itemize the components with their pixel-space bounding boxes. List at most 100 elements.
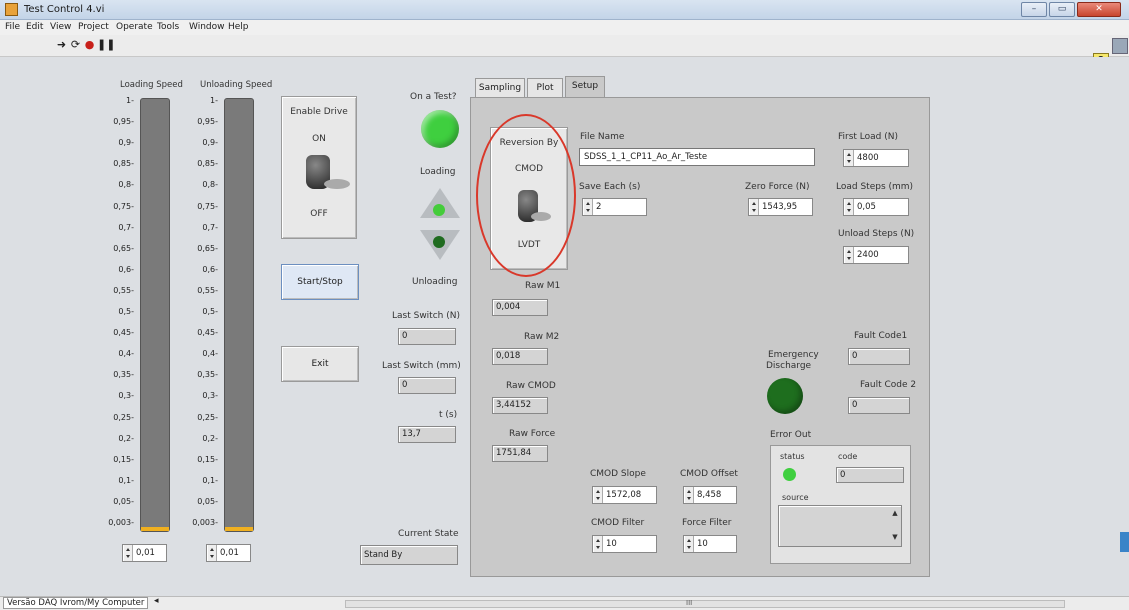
fault-code2-label: Fault Code 2 [860,380,917,390]
meter-tick-label: 0,9- [202,138,218,148]
context-arrow-icon[interactable]: ◂ [154,596,159,606]
close-button[interactable]: ✕ [1077,2,1121,17]
fault-code1-value: 0 [848,348,910,365]
last-switch-n-value: 0 [398,328,456,345]
last-switch-mm-label: Last Switch (mm) [382,361,461,371]
loading-led [433,204,445,216]
unloading-speed-fill [225,526,253,531]
run-arrow-icon[interactable]: ➜ [55,38,68,51]
tab-plot[interactable]: Plot [527,78,563,98]
first-load-input[interactable]: 4800 [843,149,909,167]
menu-operate[interactable]: Operate [116,22,153,32]
minimize-button[interactable]: – [1021,2,1047,17]
cmod-offset-input[interactable]: 8,458 [683,486,737,504]
meter-tick-label: 0,4- [118,349,134,359]
start-stop-button[interactable]: Start/Stop [281,264,359,300]
meter-tick-label: 0,003- [192,518,218,527]
load-steps-input[interactable]: 0,05 [843,198,909,216]
meter-tick-label: 0,1- [202,475,218,485]
unloading-speed-slider[interactable] [224,98,254,532]
meter-tick-label: 0,3- [202,391,218,401]
meter-tick-label: 0,55- [113,285,134,295]
zero-force-label: Zero Force (N) [745,182,810,192]
cmod-offset-label: CMOD Offset [680,469,738,479]
cmod-slope-label: CMOD Slope [590,469,646,479]
error-status-led [783,468,796,481]
menu-window[interactable]: Window [189,22,225,32]
labview-app-icon [5,3,18,16]
meter-tick-label: 0,75- [113,201,134,211]
fault-code1-label: Fault Code1 [854,331,908,341]
file-name-input[interactable]: SDSS_1_1_CP11_Ao_Ar_Teste [579,148,815,166]
unload-steps-label: Unload Steps (N) [838,229,915,239]
enable-drive-label: Enable Drive [290,107,348,117]
error-status-label: status [780,452,805,461]
meter-tick-label: 0,25- [113,412,134,422]
meter-tick-label: 0,8- [118,180,134,190]
force-filter-input[interactable]: 10 [683,535,737,553]
run-continuous-icon[interactable]: ⟳ [69,38,82,51]
menu-file[interactable]: File [5,22,20,32]
tab-setup[interactable]: Setup [565,76,605,98]
enable-drive-off-label: OFF [310,209,328,219]
menu-edit[interactable]: Edit [26,22,43,32]
toggle-shadow [324,179,350,189]
menu-view[interactable]: View [50,22,71,32]
time-value: 13,7 [398,426,456,443]
enable-drive-switch[interactable]: Enable Drive ON OFF [281,96,357,239]
meter-tick-label: 0,85- [197,159,218,169]
meter-tick-label: 0,4- [202,349,218,359]
meter-tick-label: 0,2- [202,433,218,443]
meter-tick-label: 0,45- [113,328,134,338]
maximize-button[interactable]: ▭ [1049,2,1075,17]
zero-force-input[interactable]: 1543,95 [748,198,813,216]
loading-speed-slider[interactable] [140,98,170,532]
pause-icon[interactable]: ❚❚ [97,38,115,51]
emergency-discharge-button[interactable] [767,378,803,414]
loading-speed-input[interactable]: 0,01 [122,544,167,562]
save-each-label: Save Each (s) [579,182,641,192]
cmod-filter-input[interactable]: 10 [592,535,657,553]
unloading-speed-input[interactable]: 0,01 [206,544,251,562]
cmod-slope-input[interactable]: 1572,08 [592,486,657,504]
raw-cmod-label: Raw CMOD [506,381,556,391]
unloading-indicator-label: Unloading [412,277,458,287]
exit-button[interactable]: Exit [281,346,359,382]
loading-speed-label: Loading Speed [120,80,183,90]
meter-tick-label: 0,003- [108,518,134,527]
error-source-label: source [782,493,809,502]
abort-icon[interactable]: ● [83,38,96,51]
loading-indicator-label: Loading [420,167,456,177]
error-code-value: 0 [836,467,904,483]
time-label: t (s) [439,410,458,420]
window-title: Test Control 4.vi [24,4,105,15]
current-state-value: Stand By [360,545,458,565]
menu-help[interactable]: Help [228,22,249,32]
unloading-speed-label: Unloading Speed [200,80,273,90]
tab-sampling[interactable]: Sampling [475,78,525,98]
emergency-label-2: Discharge [766,361,812,371]
meter-tick-label: 0,05- [197,496,218,506]
meter-tick-label: 0,95- [197,117,218,127]
meter-tick-label: 0,5- [118,307,134,316]
meter-tick-label: 0,55- [197,285,218,295]
menu-tools[interactable]: Tools [157,22,179,32]
horizontal-scrollbar[interactable]: III [345,599,1065,608]
error-source-value [778,505,902,547]
cmod-filter-label: CMOD Filter [591,518,645,528]
save-each-input[interactable]: 2 [582,198,647,216]
raw-force-label: Raw Force [509,429,556,439]
meter-tick-label: 0,6- [118,264,134,274]
error-source-scrollbar[interactable]: ▲ ▼ [890,507,900,545]
error-out-label: Error Out [770,430,812,440]
meter-tick-label: 0,45- [197,328,218,338]
last-switch-n-label: Last Switch (N) [392,311,460,321]
unload-steps-input[interactable]: 2400 [843,246,909,264]
meter-tick-label: 0,35- [113,370,134,380]
meter-tick-label: 1- [126,96,134,105]
loading-speed-fill [141,526,169,531]
menu-project[interactable]: Project [78,22,109,32]
raw-m2-label: Raw M2 [524,332,560,342]
title-bar [0,0,1129,20]
meter-tick-label: 0,25- [197,412,218,422]
